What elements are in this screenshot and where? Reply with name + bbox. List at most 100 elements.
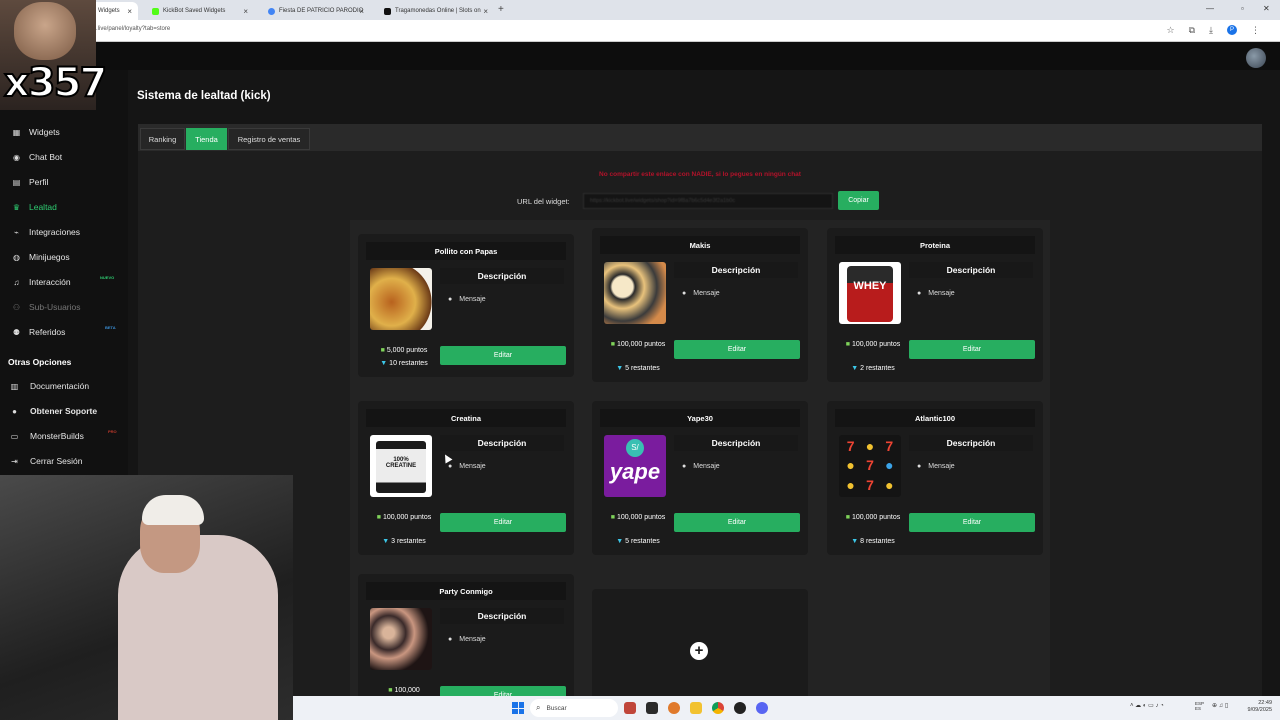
- sidebar-item-label: Integraciones: [29, 227, 81, 237]
- edit-button[interactable]: Editar: [674, 513, 800, 532]
- message-label: ● Mensaje: [917, 290, 955, 297]
- folder-icon[interactable]: [690, 702, 702, 714]
- tab-tienda[interactable]: Tienda: [186, 128, 227, 150]
- product-card: Party Conmigo Descripción ● Mensaje ■ 100…: [358, 574, 574, 700]
- sidebar-item-documentacion[interactable]: ▥ Documentación: [11, 381, 89, 391]
- sidebar-item-label: Referidos: [29, 327, 66, 337]
- remaining-stock: ▼ 5 restantes: [600, 365, 676, 372]
- url-text[interactable]: .live/panel/loyalty?tab=store: [96, 26, 170, 32]
- sidebar-item-monsterbuilds[interactable]: ▭ MonsterBuilds: [11, 431, 84, 441]
- product-name: Pollito con Papas: [366, 242, 566, 260]
- edit-button[interactable]: Editar: [909, 340, 1035, 359]
- logout-icon: ⇥: [11, 456, 18, 466]
- sidebar-item-integraciones[interactable]: ⌁ Integraciones: [12, 227, 80, 237]
- tab-label: Widgets: [98, 8, 120, 14]
- sidebar-item-chatbot[interactable]: ◉ Chat Bot: [12, 152, 62, 162]
- extensions-icon[interactable]: ⧉: [1189, 25, 1195, 36]
- tray-icons[interactable]: ˄ ☁ ◐ ▭ ♪ ◔: [1130, 702, 1164, 709]
- close-icon[interactable]: ×: [359, 7, 364, 16]
- close-window-icon[interactable]: ✕: [1263, 4, 1270, 13]
- sidebar-item-subusuarios[interactable]: ⚇ Sub-Usuarios: [12, 302, 81, 312]
- message-label: ● Mensaje: [682, 290, 720, 297]
- add-product-card[interactable]: +: [592, 589, 808, 700]
- monitor-icon: ▭: [10, 431, 19, 441]
- warning-text: No compartir este enlace con NADIE, si l…: [599, 171, 801, 178]
- widget-url-field[interactable]: https://kickbot.live/widgets/shop?id=9f8…: [583, 193, 833, 209]
- remaining-stock: ▼ 8 restantes: [835, 538, 911, 545]
- kick-icon: [152, 7, 159, 15]
- remaining-stock: ▼ 10 restantes: [366, 360, 442, 367]
- taskbar-app-icon[interactable]: [624, 702, 636, 714]
- browser-tab-tragamonedas[interactable]: Tragamonedas Online | Slots on ×: [374, 2, 494, 20]
- star-icon[interactable]: ☆: [1167, 25, 1175, 36]
- chrome-icon[interactable]: [712, 702, 724, 714]
- google-icon: [268, 7, 275, 15]
- menu-icon[interactable]: ⋮: [1251, 25, 1260, 36]
- comment-icon: ●: [448, 296, 453, 303]
- tab-label: Tragamonedas Online | Slots on: [395, 8, 481, 14]
- sidebar-item-perfil[interactable]: ▤ Perfil: [12, 177, 49, 187]
- edit-button[interactable]: Editar: [909, 513, 1035, 532]
- tab-ranking[interactable]: Ranking: [140, 128, 185, 150]
- comment-icon: ●: [682, 290, 687, 297]
- sidebar-item-label: Interacción: [29, 277, 71, 287]
- tray-icons[interactable]: ⊕ ♫ ▯: [1212, 702, 1228, 709]
- taskbar-app-icon[interactable]: [646, 702, 658, 714]
- tab-registro-ventas[interactable]: Registro de ventas: [228, 128, 310, 150]
- sidebar-item-cerrar-sesion[interactable]: ⇥ Cerrar Sesión: [11, 456, 82, 466]
- copy-button[interactable]: Copiar: [838, 191, 879, 210]
- product-image: 100% CREATINE: [370, 435, 432, 497]
- new-tab-button[interactable]: +: [498, 4, 504, 15]
- webcam-overlay: [0, 475, 293, 720]
- app-header: [0, 42, 1280, 70]
- product-image: WHEY: [839, 262, 901, 324]
- maximize-icon[interactable]: ▫: [1241, 4, 1244, 13]
- sidebar-item-minijuegos[interactable]: ◍ Minijuegos: [12, 252, 70, 262]
- cart-icon: ▼: [851, 538, 859, 545]
- close-icon[interactable]: ×: [243, 7, 248, 16]
- sidebar-item-interaccion[interactable]: ♫ Interacción: [12, 277, 71, 287]
- discord-icon[interactable]: [756, 702, 768, 714]
- description-title: Descripción: [674, 435, 798, 451]
- profile-icon: ▤: [12, 177, 21, 187]
- clock[interactable]: 22:49 9/09/2025: [1240, 700, 1272, 714]
- sidebar-item-lealtad[interactable]: ♛ Lealtad: [12, 202, 57, 212]
- sidebar-item-label: Chat Bot: [29, 152, 63, 162]
- user-avatar[interactable]: [1246, 48, 1266, 68]
- product-image: [370, 268, 432, 330]
- sidebar-item-soporte[interactable]: ● Obtener Soporte: [12, 406, 97, 416]
- message-text: Mensaje: [693, 463, 720, 470]
- browser-tab-kickbot[interactable]: KickBot Saved Widgets ×: [142, 2, 254, 20]
- minimize-icon[interactable]: —: [1206, 4, 1214, 13]
- sidebar-item-label: Widgets: [29, 127, 60, 137]
- coins-icon: ■: [388, 687, 393, 694]
- message-text: Mensaje: [459, 296, 486, 303]
- points-text: 100,000: [394, 687, 420, 694]
- url-label: URL del widget:: [517, 197, 570, 206]
- edit-button[interactable]: Editar: [440, 346, 566, 365]
- product-card: Yape30 S/ yape Descripción ● Mensaje ■ 10…: [592, 401, 808, 555]
- sidebar-item-label: MonsterBuilds: [30, 431, 84, 441]
- sidebar-item-widgets[interactable]: ▦ Widgets: [12, 127, 60, 137]
- download-icon[interactable]: ⤓: [1209, 25, 1213, 36]
- windows-start-icon[interactable]: [512, 702, 524, 714]
- sidebar-item-referidos[interactable]: ⚉ Referidos: [12, 327, 65, 337]
- taskbar-app-icon[interactable]: [668, 702, 680, 714]
- taskbar-app-icon[interactable]: [734, 702, 746, 714]
- description-title: Descripción: [909, 435, 1033, 451]
- address-bar[interactable]: .live/panel/loyalty?tab=store ☆ ⧉ ⤓ P ⋮: [0, 20, 1280, 42]
- yape-logo-text: yape: [609, 459, 661, 484]
- browser-tab-fiesta[interactable]: Fiesta DE PATRICIO PARODIO ×: [258, 2, 370, 20]
- profile-avatar[interactable]: P: [1227, 25, 1237, 35]
- language-indicator[interactable]: ESP ES: [1195, 701, 1205, 711]
- close-icon[interactable]: ×: [483, 7, 488, 16]
- plus-icon[interactable]: +: [690, 642, 708, 660]
- cart-icon: ▼: [382, 538, 390, 545]
- description-title: Descripción: [674, 262, 798, 278]
- product-name: Atlantic100: [835, 409, 1035, 427]
- message-text: Mensaje: [928, 290, 955, 297]
- taskbar-search[interactable]: ⌕ Buscar: [530, 699, 618, 717]
- edit-button[interactable]: Editar: [674, 340, 800, 359]
- edit-button[interactable]: Editar: [440, 513, 566, 532]
- close-icon[interactable]: ×: [127, 7, 132, 16]
